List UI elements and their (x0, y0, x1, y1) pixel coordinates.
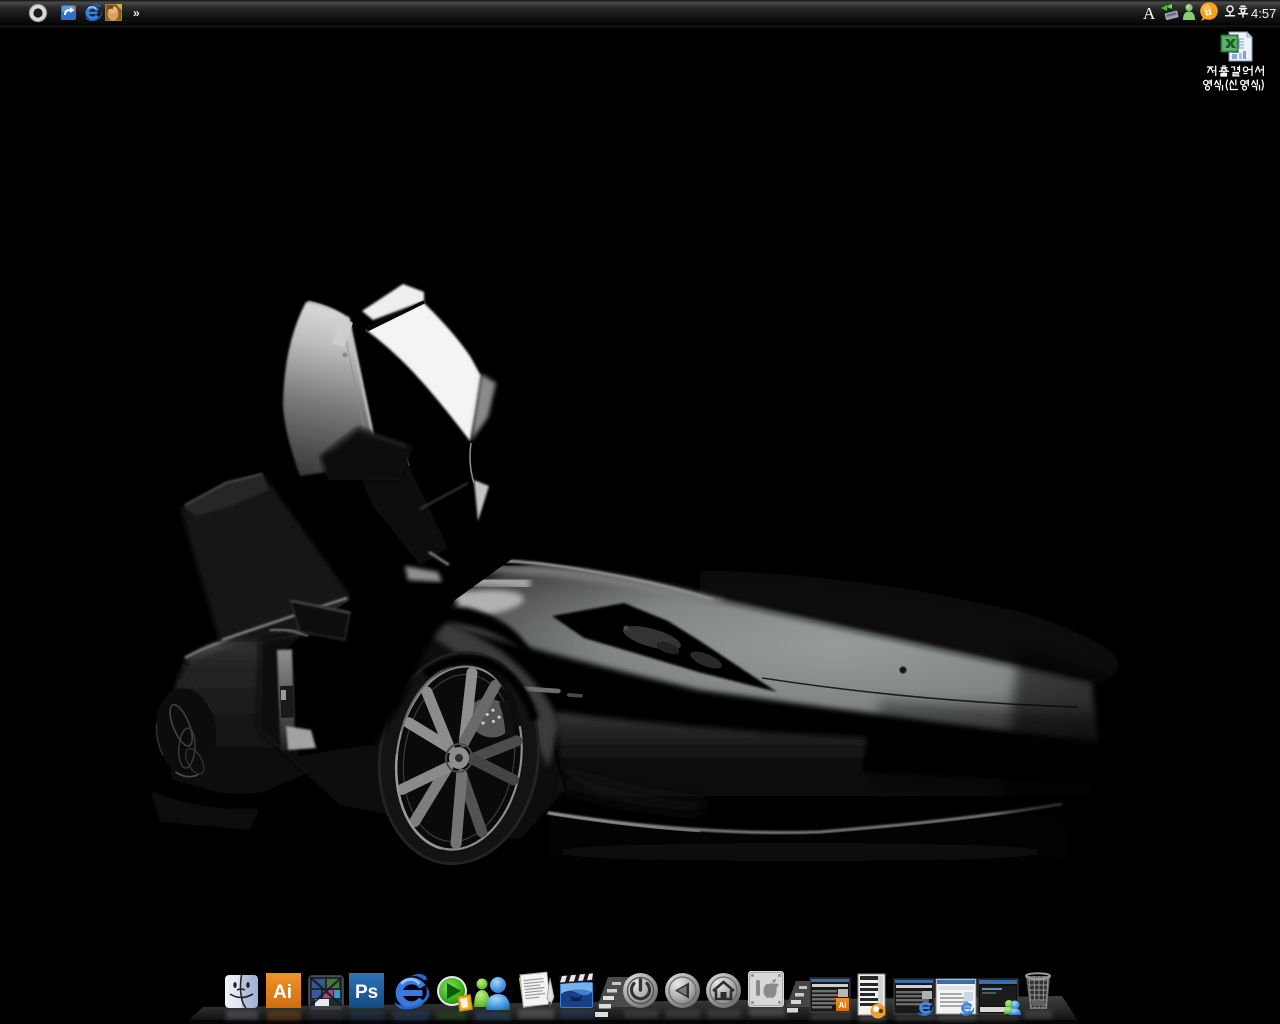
svg-text:4:57: 4:57 (1251, 6, 1276, 21)
svg-text:Ai: Ai (273, 982, 292, 1003)
svg-text:»: » (133, 6, 140, 20)
svg-text:A: A (1143, 4, 1156, 23)
svg-text:Ps: Ps (355, 982, 378, 1003)
svg-text:Ai: Ai (839, 1001, 847, 1010)
